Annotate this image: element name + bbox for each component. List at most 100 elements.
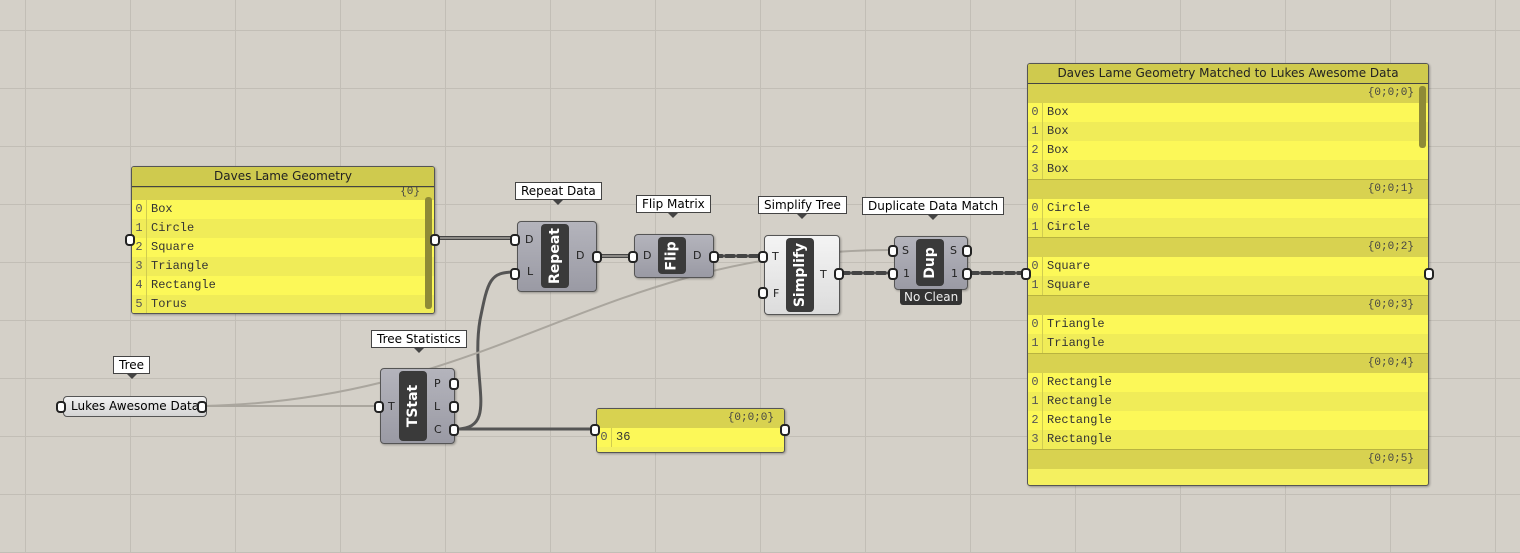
input-d[interactable]: D: [525, 233, 533, 246]
item-value: Triangle: [151, 259, 209, 273]
grip[interactable]: [628, 251, 638, 263]
item-value: Box: [1047, 105, 1069, 119]
input-d[interactable]: D: [643, 249, 651, 262]
output-s[interactable]: S: [950, 244, 957, 257]
item-value: Box: [1047, 143, 1069, 157]
input-l[interactable]: L: [527, 265, 533, 278]
input-s[interactable]: S: [902, 244, 909, 257]
input-1[interactable]: 1: [903, 267, 910, 280]
list-item: 1 Circle: [132, 219, 434, 238]
output-1[interactable]: 1: [951, 267, 958, 280]
list-item: 3 Box: [1028, 160, 1428, 179]
output-c[interactable]: C: [434, 423, 442, 436]
item-index: 3: [1028, 430, 1043, 449]
list-item: 2 Box: [1028, 141, 1428, 160]
tooltip-tree: Tree: [113, 356, 151, 379]
component-name: Simplify: [786, 238, 814, 312]
branch-path: {0}: [132, 187, 434, 200]
grip[interactable]: [758, 287, 768, 299]
grip[interactable]: [1424, 268, 1434, 280]
tooltip-duplicate-data-match: Duplicate Data Match: [862, 197, 1005, 220]
list-item: 0 Triangle: [1028, 315, 1428, 334]
panel-count[interactable]: {0;0;0} 0 36: [596, 408, 785, 453]
item-index: 1: [1028, 122, 1043, 141]
item-index: 1: [1028, 218, 1043, 237]
grip[interactable]: [449, 424, 459, 436]
output-d[interactable]: D: [576, 249, 584, 262]
grip[interactable]: [510, 268, 520, 280]
item-index: 3: [1028, 160, 1043, 179]
grip[interactable]: [56, 401, 66, 413]
branch-path: {0;0;4}: [1028, 353, 1428, 373]
output-grip[interactable]: [430, 234, 440, 246]
branch-path: {0;0;2}: [1028, 237, 1428, 257]
scrollbar[interactable]: [1419, 86, 1426, 148]
grip[interactable]: [780, 424, 790, 436]
output-d[interactable]: D: [693, 249, 701, 262]
grip[interactable]: [374, 401, 384, 413]
item-index: 1: [1028, 392, 1043, 411]
grip[interactable]: [197, 401, 207, 413]
component-simplify-tree[interactable]: T F Simplify T: [764, 235, 840, 315]
output-t[interactable]: T: [820, 268, 827, 281]
list-item: 0 Box: [132, 200, 434, 219]
item-index: 1: [1028, 334, 1043, 353]
list-item: 0 Circle: [1028, 199, 1428, 218]
list-item: 3 Rectangle: [1028, 430, 1428, 449]
output-l[interactable]: L: [434, 400, 440, 413]
grip[interactable]: [510, 234, 520, 246]
item-value: Box: [151, 202, 173, 216]
component-name: Flip: [658, 237, 686, 274]
list-item: 1 Rectangle: [1028, 392, 1428, 411]
grip[interactable]: [888, 268, 898, 280]
list-item: 3 Triangle: [132, 257, 434, 276]
component-duplicate-data-match[interactable]: S 1 Dup S 1: [894, 236, 968, 290]
grip[interactable]: [592, 251, 602, 263]
item-index: 0: [1028, 199, 1043, 218]
panel-title: Daves Lame Geometry: [132, 167, 434, 187]
input-t[interactable]: T: [772, 250, 779, 263]
input-t[interactable]: T: [388, 400, 395, 413]
component-repeat-data[interactable]: D L Repeat D: [517, 221, 597, 292]
grip[interactable]: [449, 378, 459, 390]
item-index: 2: [1028, 411, 1043, 430]
grip[interactable]: [962, 268, 972, 280]
item-value: Rectangle: [1047, 432, 1112, 446]
grip[interactable]: [709, 251, 719, 263]
scrollbar[interactable]: [425, 197, 432, 309]
list-item: 0 Box: [1028, 103, 1428, 122]
branch-path: {0;0;0}: [597, 409, 784, 428]
grip[interactable]: [449, 401, 459, 413]
tooltip-flip-matrix: Flip Matrix: [636, 195, 711, 218]
component-flip-matrix[interactable]: D Flip D: [634, 234, 714, 278]
item-index: 1: [1028, 276, 1043, 295]
component-tree-statistics[interactable]: T TStat P L C: [380, 368, 455, 444]
component-name: TStat: [399, 371, 427, 441]
item-value: Square: [151, 240, 195, 254]
list-item: 0 Square: [1028, 257, 1428, 276]
list-item: 1 Triangle: [1028, 334, 1428, 353]
grip[interactable]: [1021, 268, 1031, 280]
tooltip-simplify-tree: Simplify Tree: [758, 196, 847, 219]
item-value: Square: [1047, 278, 1091, 292]
item-index: 4: [132, 276, 147, 295]
item-index: 3: [132, 257, 147, 276]
component-name: Dup: [916, 239, 944, 286]
panel-daves-lame-geometry[interactable]: Daves Lame Geometry {0} 0 Box 1 Circle 2 Squa…: [131, 166, 435, 314]
item-value: Box: [1047, 162, 1069, 176]
panel-result[interactable]: Daves Lame Geometry Matched to Lukes Awe…: [1027, 63, 1429, 486]
item-index: 0: [1028, 103, 1043, 122]
list-item: 1 Square: [1028, 276, 1428, 295]
param-lukes-awesome-data[interactable]: Lukes Awesome Data: [63, 396, 208, 417]
input-grip[interactable]: [125, 234, 135, 246]
grip[interactable]: [590, 424, 600, 436]
grip[interactable]: [888, 245, 898, 257]
component-label: No Clean: [900, 289, 963, 305]
grip[interactable]: [962, 245, 972, 257]
item-value: Box: [1047, 124, 1069, 138]
grip[interactable]: [758, 251, 768, 263]
input-f[interactable]: F: [773, 287, 779, 300]
list-item: 5 Torus: [132, 295, 434, 313]
grip[interactable]: [834, 268, 844, 280]
output-p[interactable]: P: [434, 377, 441, 390]
